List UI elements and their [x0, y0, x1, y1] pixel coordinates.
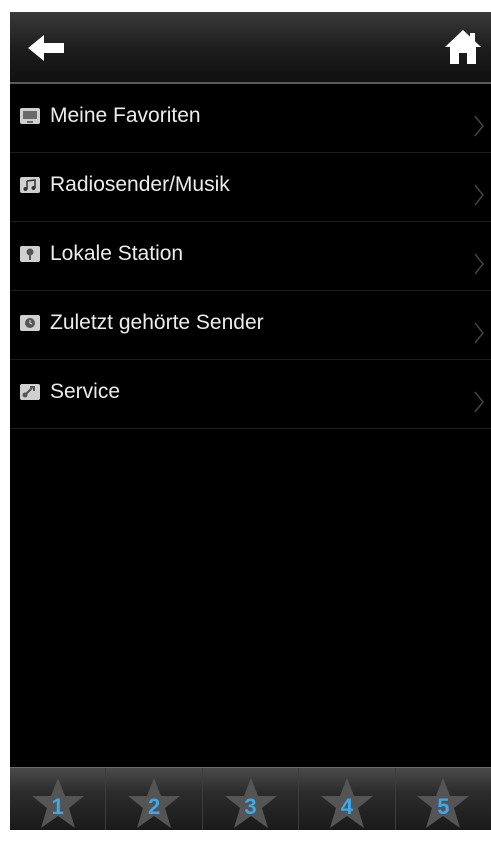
home-icon: [445, 30, 481, 64]
home-button[interactable]: [443, 28, 483, 66]
preset-number: 4: [340, 794, 354, 819]
menu-item-label: Lokale Station: [50, 242, 184, 265]
preset-number: 5: [437, 794, 450, 819]
main-menu: Meine Favoriten Radiosender/Musik Lokale…: [10, 84, 491, 429]
preset-number: 1: [51, 794, 64, 819]
preset-button-2[interactable]: 2: [106, 768, 203, 830]
menu-item-service[interactable]: Service: [10, 360, 491, 429]
service-icon: [20, 384, 40, 400]
top-bar: [10, 12, 491, 84]
back-button[interactable]: [26, 32, 70, 64]
chevron-right-icon: [474, 115, 484, 137]
recent-icon: [20, 315, 40, 331]
preset-number: 3: [244, 794, 257, 819]
favorites-icon: [20, 108, 40, 124]
preset-bar: 1 2 3 4 5: [10, 767, 491, 830]
chevron-right-icon: [474, 184, 484, 206]
menu-item-recent[interactable]: Zuletzt gehörte Sender: [10, 291, 491, 360]
music-icon: [20, 177, 40, 193]
chevron-right-icon: [474, 322, 484, 344]
menu-item-label: Meine Favoriten: [50, 104, 201, 127]
chevron-right-icon: [474, 391, 484, 413]
menu-item-label: Zuletzt gehörte Sender: [50, 311, 264, 334]
menu-item-music[interactable]: Radiosender/Musik: [10, 153, 491, 222]
menu-item-label: Service: [50, 380, 121, 403]
preset-button-3[interactable]: 3: [203, 768, 300, 830]
preset-button-4[interactable]: 4: [299, 768, 396, 830]
preset-button-5[interactable]: 5: [396, 768, 491, 830]
menu-item-favorites[interactable]: Meine Favoriten: [10, 84, 491, 153]
menu-item-local-station[interactable]: Lokale Station: [10, 222, 491, 291]
menu-item-label: Radiosender/Musik: [50, 173, 230, 196]
local-station-icon: [20, 246, 40, 262]
chevron-right-icon: [474, 253, 484, 275]
preset-number: 2: [147, 794, 161, 819]
back-arrow-icon: [28, 35, 64, 61]
app-screen: Meine Favoriten Radiosender/Musik Lokale…: [10, 12, 491, 830]
preset-button-1[interactable]: 1: [10, 768, 107, 830]
